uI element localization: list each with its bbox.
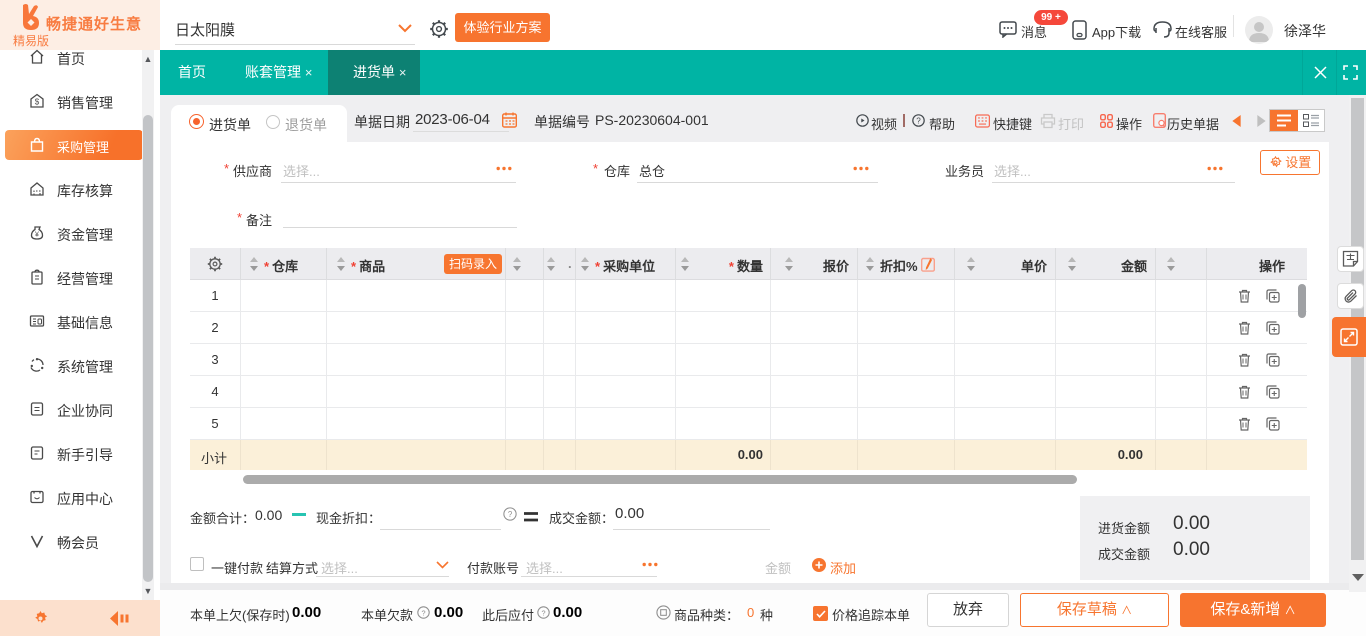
svg-text:?: ?	[508, 510, 513, 519]
svg-text:$: $	[35, 98, 40, 107]
svg-text:?: ?	[541, 608, 545, 617]
svg-text:?: ?	[916, 116, 921, 125]
svg-text:¥: ¥	[35, 232, 39, 239]
svg-text:?: ?	[421, 608, 425, 617]
